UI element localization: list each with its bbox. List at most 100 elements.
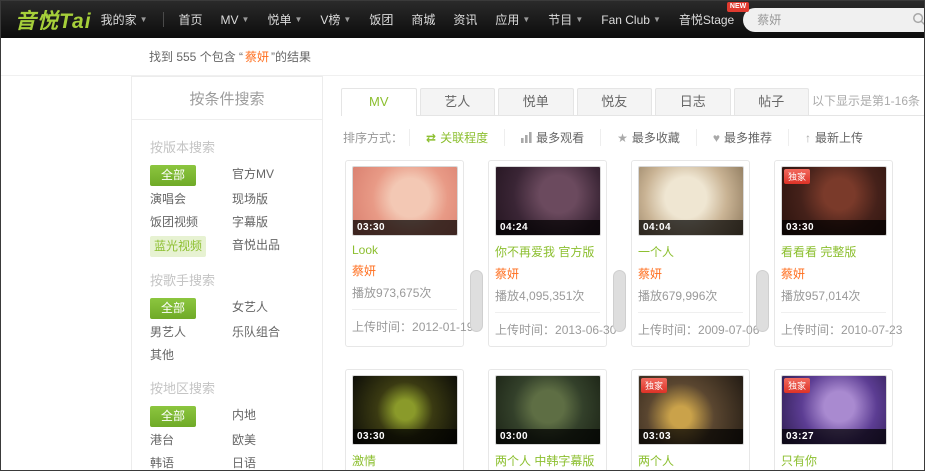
upload-date: 上传时间：2010-07-23 [781, 312, 902, 346]
search-input[interactable] [757, 12, 913, 27]
search-box [743, 7, 925, 32]
tab-posts[interactable]: 帖子 [733, 88, 809, 115]
sort-most-favorited[interactable]: ★ 最多收藏 [600, 129, 696, 146]
tab-friends[interactable]: 悦友 [576, 88, 652, 115]
nav-item-vchart[interactable]: V榜 ▼ [311, 11, 360, 28]
artist-link[interactable]: 蔡妍 [781, 265, 886, 282]
nav-item-news[interactable]: 资讯 [444, 11, 486, 28]
duration-badge: 03:30 [353, 429, 457, 444]
card-divider-handle [613, 270, 626, 332]
filter-region-japanese[interactable]: 日语 [232, 454, 314, 470]
filter-version-yinyuetai-produced[interactable]: 音悦出品 [232, 236, 314, 257]
filter-region-korean[interactable]: 韩语 [150, 454, 232, 470]
filter-version-live[interactable]: 现场版 [232, 190, 314, 209]
tab-playlist[interactable]: 悦单 [498, 88, 574, 115]
nav-item-fan-club[interactable]: Fan Club ▼ [592, 13, 670, 27]
mv-thumbnail[interactable]: 04:24 [495, 166, 601, 236]
nav-item-programs[interactable]: 节目 ▼ [539, 11, 592, 28]
nav-item-mv[interactable]: MV ▼ [212, 13, 259, 27]
mv-thumbnail[interactable]: 03:30 [352, 375, 458, 445]
mv-thumbnail[interactable]: 03:30 [352, 166, 458, 236]
tab-mv[interactable]: MV [341, 88, 417, 116]
filter-version-official-mv[interactable]: 官方MV [232, 165, 314, 186]
sort-most-recommended[interactable]: ♥ 最多推荐 [695, 129, 788, 146]
duration-badge: 03:30 [782, 220, 886, 235]
chevron-down-icon: ▼ [241, 15, 250, 24]
version-filter-group: 全部 官方MV 演唱会 现场版 饭团视频 字幕版 蓝光视频 音悦出品 [150, 165, 322, 257]
mv-title-link[interactable]: 激情 [352, 452, 457, 469]
artist-filter-group: 全部 女艺人 男艺人 乐队组合 其他 [150, 298, 322, 365]
mv-card: 03:30 Look 蔡妍 播放973,675次 上传时间：2012-01-19 [345, 160, 473, 347]
section-title-artist: 按歌手搜索 [150, 273, 216, 288]
filter-artist-all[interactable]: 全部 [150, 298, 232, 319]
search-keyword: 蔡妍 [245, 50, 270, 64]
exclusive-badge: 独家 [641, 378, 668, 393]
filter-sidebar: 按条件搜索 按版本搜索 全部 官方MV 演唱会 现场版 饭团视频 字幕版 蓝光视… [131, 76, 323, 470]
sidebar-body: 按版本搜索 全部 官方MV 演唱会 现场版 饭团视频 字幕版 蓝光视频 音悦出品… [132, 120, 322, 470]
mv-thumbnail[interactable]: 独家 03:30 [781, 166, 887, 236]
filter-region-all[interactable]: 全部 [150, 406, 232, 427]
mv-title-link[interactable]: 只有你 [781, 452, 886, 469]
chevron-down-icon: ▼ [652, 15, 661, 24]
search-icon[interactable] [912, 12, 925, 27]
mv-thumbnail[interactable]: 04:04 [638, 166, 744, 236]
nav-item-home-space[interactable]: 我的家 ▼ [92, 11, 157, 28]
tab-artist[interactable]: 艺人 [419, 88, 495, 115]
nav-item-homepage[interactable]: 首页 [170, 11, 212, 28]
chevron-down-icon: ▼ [522, 15, 531, 24]
artist-link[interactable]: 蔡妍 [495, 265, 600, 282]
mv-title-link[interactable]: 一个人 [638, 243, 743, 260]
duration-badge: 03:30 [353, 220, 457, 235]
mv-thumbnail[interactable]: 独家 03:03 [638, 375, 744, 445]
filter-version-subtitled[interactable]: 字幕版 [232, 213, 314, 232]
filter-artist-female[interactable]: 女艺人 [232, 298, 314, 319]
nav-item-playlist[interactable]: 悦单 ▼ [258, 11, 311, 28]
play-count: 播放973,675次 [352, 286, 432, 300]
filter-version-all[interactable]: 全部 [150, 165, 232, 186]
mv-thumbnail[interactable]: 独家 03:27 [781, 375, 887, 445]
filter-artist-male[interactable]: 男艺人 [150, 323, 232, 342]
nav-item-fanclub-cn[interactable]: 饭团 [360, 11, 402, 28]
filter-artist-other[interactable]: 其他 [150, 346, 232, 365]
chevron-down-icon: ▼ [575, 15, 584, 24]
sort-newest[interactable]: ↑ 最新上传 [788, 129, 879, 146]
mv-card: 独家 03:27 只有你 蔡妍 播放125,507次 [774, 369, 893, 470]
filter-region-hk-tw[interactable]: 港台 [150, 431, 232, 450]
upload-date: 上传时间：2013-06-30 [495, 312, 616, 346]
filter-version-fanclub-video[interactable]: 饭团视频 [150, 213, 232, 232]
site-logo[interactable]: 音悦Tai [1, 5, 92, 35]
filter-region-mainland[interactable]: 内地 [232, 406, 314, 427]
mv-title-link[interactable]: 两个人 中韩字幕版 [495, 452, 600, 469]
filter-version-concert[interactable]: 演唱会 [150, 190, 232, 209]
sort-relevance[interactable]: ⇄ 关联程度 [409, 129, 504, 146]
play-count: 播放4,095,351次 [495, 289, 585, 303]
artist-link[interactable]: 蔡妍 [352, 262, 457, 279]
nav-item-apps[interactable]: 应用 ▼ [486, 11, 539, 28]
mv-results-row-2: 03:30 激情 蔡妍 播放371,596次 03:00 两个人 中韩字幕版 蔡… [345, 369, 924, 470]
duration-badge: 03:00 [496, 429, 600, 444]
exclusive-badge: 独家 [784, 378, 811, 393]
star-icon: ★ [617, 130, 628, 145]
mv-title-link[interactable]: Look [352, 243, 457, 257]
mv-results-row-1: 03:30 Look 蔡妍 播放973,675次 上传时间：2012-01-19… [345, 160, 924, 347]
sort-most-viewed[interactable]: 最多观看 [504, 129, 600, 146]
mv-card: 独家 03:30 看看看 完整版 蔡妍 播放957,014次 上传时间：2010… [756, 160, 902, 347]
nav-menu: 我的家 ▼ 首页 MV ▼ 悦单 ▼ V榜 ▼ 饭团 商城 资讯 应用 ▼ 节目… [92, 1, 750, 38]
region-filter-group: 全部 内地 港台 欧美 韩语 日语 二次元 其他 [150, 406, 322, 470]
filter-region-western[interactable]: 欧美 [232, 431, 314, 450]
section-title-region: 按地区搜索 [150, 381, 216, 396]
tab-blog[interactable]: 日志 [655, 88, 731, 115]
mv-title-link[interactable]: 看看看 完整版 [781, 243, 886, 260]
filter-version-bluray[interactable]: 蓝光视频 [150, 236, 232, 257]
relevance-icon: ⇄ [426, 130, 437, 145]
nav-item-mall[interactable]: 商城 [402, 11, 444, 28]
nav-item-stage[interactable]: 音悦Stage NEW [670, 2, 750, 28]
section-title-version: 按版本搜索 [150, 140, 216, 155]
mv-title-link[interactable]: 你不再爱我 官方版 [495, 243, 600, 260]
mv-card: 04:04 一个人 蔡妍 播放679,996次 上传时间：2009-07-06 [613, 160, 759, 347]
artist-link[interactable]: 蔡妍 [638, 265, 743, 282]
mv-title-link[interactable]: 两个人 [638, 452, 743, 469]
filter-artist-group[interactable]: 乐队组合 [232, 323, 314, 342]
card-divider-handle [756, 270, 769, 332]
mv-thumbnail[interactable]: 03:00 [495, 375, 601, 445]
